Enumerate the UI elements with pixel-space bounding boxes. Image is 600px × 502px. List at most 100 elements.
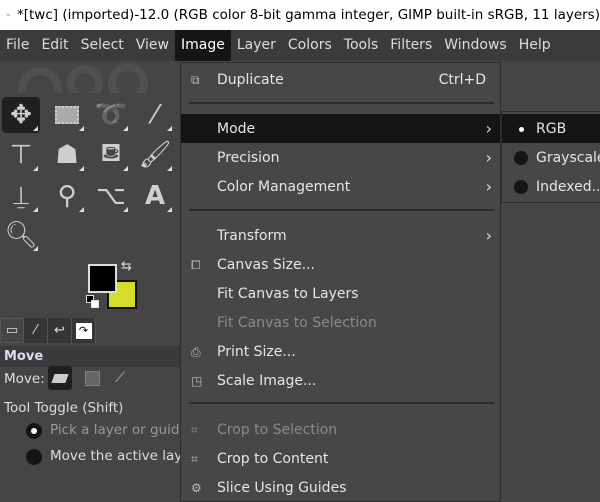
label: Grayscale	[536, 149, 600, 166]
rect-select-tool-icon[interactable]	[48, 97, 86, 133]
label: Duplicate	[217, 71, 284, 88]
move-active-layer-radio[interactable]	[26, 449, 42, 465]
move-active-layer-label: Move the active layer	[50, 448, 197, 464]
label: Canvas Size...	[217, 256, 315, 273]
image-menu: ⧉ Duplicate Ctrl+D Mode › Precision › Color …	[180, 62, 501, 502]
label: Color Management	[217, 178, 351, 195]
warp-tool-icon[interactable]: ☗	[48, 137, 86, 173]
fuzzy-select-tool-icon[interactable]: ⁄	[136, 97, 174, 133]
label: Indexed...	[536, 178, 600, 195]
crop-icon: ⌗	[191, 422, 198, 437]
menu-colors[interactable]: Colors	[282, 30, 338, 61]
label: Transform	[217, 227, 287, 244]
menu-item-duplicate[interactable]: ⧉ Duplicate Ctrl+D	[181, 65, 500, 94]
menu-item-canvas-size[interactable]: ⧠ Canvas Size...	[181, 250, 500, 279]
mode-indexed[interactable]: Indexed...	[502, 172, 600, 201]
window-title: *[twc] (imported)-12.0 (RGB color 8-bit …	[17, 7, 600, 23]
scale-image-icon: ◳	[191, 373, 203, 388]
separator	[189, 209, 494, 211]
printer-icon: ⎙	[191, 344, 201, 359]
menu-item-precision[interactable]: Precision ›	[181, 143, 500, 172]
menu-item-fit-canvas-layers[interactable]: Fit Canvas to Layers	[181, 279, 500, 308]
label: Mode	[217, 120, 256, 137]
canvas-size-icon: ⧠	[191, 257, 201, 272]
menu-windows[interactable]: Windows	[438, 30, 513, 61]
menu-image[interactable]: Image	[175, 30, 231, 61]
radio-icon	[514, 179, 528, 194]
menu-item-scale-image[interactable]: ◳ Scale Image...	[181, 366, 500, 395]
move-layer-button[interactable]	[48, 366, 72, 390]
menu-select[interactable]: Select	[75, 30, 130, 61]
chevron-right-icon: ›	[485, 119, 492, 138]
swap-colors-icon[interactable]: ⇆	[121, 259, 132, 274]
menu-item-print-size[interactable]: ⎙ Print Size...	[181, 337, 500, 366]
shortcut: Ctrl+D	[438, 71, 486, 88]
menu-tools[interactable]: Tools	[338, 30, 385, 61]
menu-file[interactable]: File	[0, 30, 35, 61]
toolbox: ✥ ➰ ⁄ ⊤ ☗ ⛾ 🖌 ⍊ ⚲ ⌥ A 🔍︎ ⇆ ▭ ⁄ ↩ ↷ Move …	[0, 61, 196, 492]
move-label: Move:	[4, 371, 45, 387]
bucket-fill-tool-icon[interactable]: ⛾	[92, 137, 130, 173]
label: RGB	[536, 120, 567, 137]
menu-help[interactable]: Help	[513, 30, 557, 61]
chevron-right-icon: ›	[485, 226, 492, 245]
gear-icon: ⚙	[191, 480, 202, 495]
tab-device-status[interactable]: ⁄	[24, 318, 48, 343]
duplicate-icon: ⧉	[191, 72, 200, 87]
clone-tool-icon[interactable]: ⍊	[2, 178, 40, 214]
menu-view[interactable]: View	[130, 30, 175, 61]
wilber-decoration-icon	[18, 63, 148, 93]
label: Scale Image...	[217, 372, 317, 389]
paintbrush-tool-icon[interactable]: 🖌	[136, 137, 174, 173]
label: Crop to Content	[217, 450, 329, 467]
radio-icon	[514, 150, 528, 165]
label: Print Size...	[217, 343, 296, 360]
menu-edit[interactable]: Edit	[35, 30, 74, 61]
label: Crop to Selection	[217, 421, 338, 438]
reset-colors-icon[interactable]	[86, 295, 100, 309]
separator	[189, 402, 494, 404]
mode-submenu: RGB Grayscale Indexed...	[501, 111, 600, 203]
move-selection-button[interactable]	[80, 366, 104, 390]
menu-item-color-management[interactable]: Color Management ›	[181, 172, 500, 201]
menu-item-slice-guides[interactable]: ⚙ Slice Using Guides	[181, 473, 500, 502]
move-tool-icon[interactable]: ✥	[2, 97, 40, 133]
dock-tabs: ▭ ⁄ ↩ ↷	[0, 318, 96, 343]
mode-grayscale[interactable]: Grayscale	[502, 143, 600, 172]
lasso-tool-icon[interactable]: ➰	[92, 97, 130, 133]
radio-selected-icon	[514, 122, 528, 136]
tab-undo-history[interactable]: ↩	[48, 318, 72, 343]
label: Slice Using Guides	[217, 479, 347, 496]
menu-item-crop-selection: ⌗ Crop to Selection	[181, 415, 500, 444]
menu-filters[interactable]: Filters	[384, 30, 438, 61]
menu-bar: File Edit Select View Image Layer Colors…	[0, 30, 600, 61]
pick-layer-label: Pick a layer or guide	[50, 422, 188, 438]
move-path-button[interactable]: ⟋	[108, 366, 132, 390]
chevron-right-icon: ›	[485, 148, 492, 167]
smudge-tool-icon[interactable]: ⚲	[48, 178, 86, 214]
tool-toggle-label: Tool Toggle (Shift)	[4, 400, 124, 416]
menu-item-crop-content[interactable]: ⌗ Crop to Content	[181, 444, 500, 473]
label: Fit Canvas to Selection	[217, 314, 377, 331]
tab-tool-options[interactable]: ▭	[0, 318, 24, 343]
paths-tool-icon[interactable]: ⌥	[92, 178, 130, 214]
menu-item-transform[interactable]: Transform ›	[181, 221, 500, 250]
label: Precision	[217, 149, 280, 166]
title-bar: *[twc] (imported)-12.0 (RGB color 8-bit …	[0, 0, 600, 30]
tab-brushes[interactable]: ↷	[72, 318, 96, 343]
pick-layer-radio[interactable]	[26, 423, 42, 439]
menu-layer[interactable]: Layer	[231, 30, 282, 61]
mode-rgb[interactable]: RGB	[502, 114, 600, 143]
gimp-logo-icon	[6, 13, 11, 17]
label: Fit Canvas to Layers	[217, 285, 359, 302]
menu-item-fit-canvas-selection: Fit Canvas to Selection	[181, 308, 500, 337]
chevron-right-icon: ›	[485, 177, 492, 196]
text-tool-icon[interactable]: A	[136, 178, 174, 214]
zoom-tool-icon[interactable]: 🔍︎	[2, 217, 40, 253]
crop-transform-tool-icon[interactable]: ⊤	[2, 137, 40, 173]
menu-item-mode[interactable]: Mode ›	[181, 114, 500, 143]
tool-options-title: Move	[0, 346, 180, 367]
crop-icon: ⌗	[191, 451, 198, 466]
foreground-color-swatch[interactable]	[88, 264, 117, 293]
separator	[189, 102, 494, 104]
